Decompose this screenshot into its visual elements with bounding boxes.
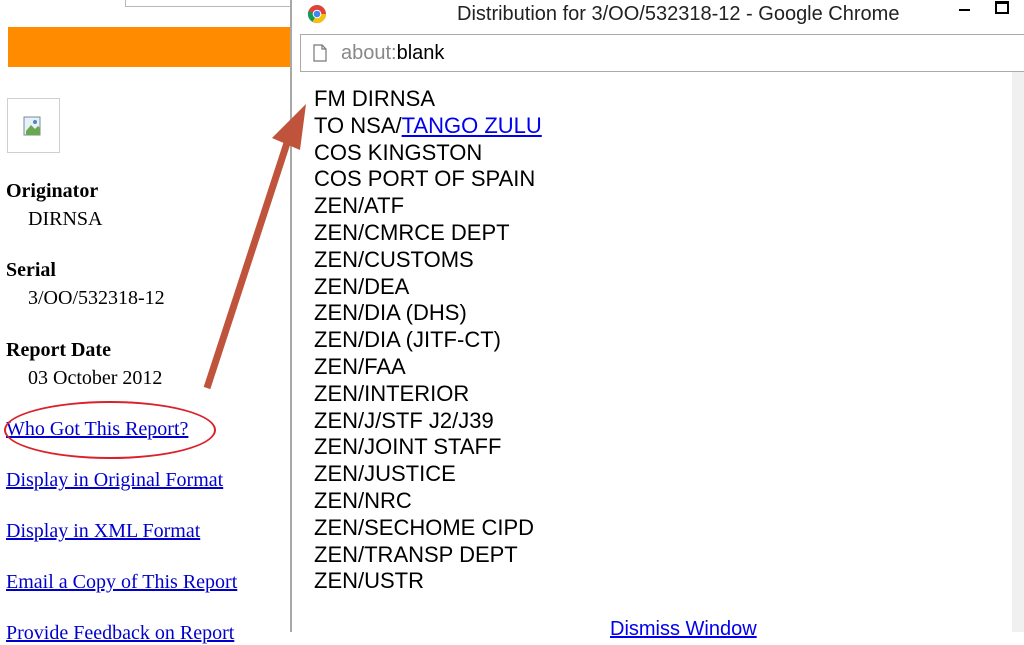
list-item: COS KINGSTON [314,139,483,165]
highlight-ellipse-annotation [4,401,216,459]
window-title: Distribution for 3/OO/532318-12 - Google… [457,3,900,25]
page-icon [313,44,327,62]
list-item: ZEN/DIA (DHS) [314,300,467,326]
list-item: ZEN/FAA [314,353,406,379]
list-item: ZEN/CMRCE DEPT [314,219,510,245]
address-host: blank [396,42,445,64]
address-scheme: about: [341,42,397,64]
list-item: ZEN/DEA [314,273,410,299]
report-page: Originator DIRNSA Serial 3/OO/532318-12 … [0,0,302,644]
header-banner [8,27,300,67]
list-item: ZEN/JUSTICE [314,461,456,487]
feedback-link[interactable]: Provide Feedback on Report [6,622,234,645]
list-item: ZEN/NRC [314,487,412,513]
maximize-button[interactable] [992,0,1012,20]
report-date-value: 03 October 2012 [28,367,163,389]
to-prefix: TO NSA/ [314,112,402,138]
original-format-link[interactable]: Display in Original Format [6,469,223,492]
to-line: TO NSA/TANGO ZULU [314,113,542,140]
from-line: FM DIRNSA [314,86,435,111]
originator-label: Originator [6,180,99,202]
top-frame-edge [125,0,302,7]
list-item: ZEN/INTERIOR [314,380,470,406]
chrome-logo-icon [307,5,326,24]
title-bar[interactable]: Distribution for 3/OO/532318-12 - Google… [292,0,1024,30]
tango-zulu-link[interactable]: TANGO ZULU [402,113,542,138]
minimize-button[interactable] [954,0,976,22]
scrollbar[interactable] [1012,72,1024,632]
list-item: ZEN/TRANSP DEPT [314,541,518,567]
list-item: ZEN/ATF [314,193,405,219]
serial-label: Serial [6,259,56,281]
list-item: ZEN/DIA (JITF-CT) [314,327,501,353]
list-item: ZEN/JOINT STAFF [314,434,502,460]
list-item: COS PORT OF SPAIN [314,166,536,192]
list-item: ZEN/SECHOME CIPD [314,514,535,540]
distribution-list: FM DIRNSA TO NSA/TANGO ZULU COS KINGSTON… [314,86,542,595]
serial-value: 3/OO/532318-12 [28,287,165,309]
distribution-popup-window: Distribution for 3/OO/532318-12 - Google… [290,0,1024,640]
list-item: ZEN/USTR [314,568,424,594]
address-text[interactable]: about:blank [341,42,444,65]
dismiss-window-link[interactable]: Dismiss Window [610,618,757,641]
xml-format-link[interactable]: Display in XML Format [6,520,200,543]
broken-image-icon [7,98,60,153]
address-bar[interactable]: about:blank [300,34,1024,72]
list-item: ZEN/J/STF J2/J39 [314,407,494,433]
originator-value: DIRNSA [28,208,103,230]
email-copy-link[interactable]: Email a Copy of This Report [6,571,237,594]
report-date-label: Report Date [6,339,111,361]
list-item: ZEN/CUSTOMS [314,246,474,272]
